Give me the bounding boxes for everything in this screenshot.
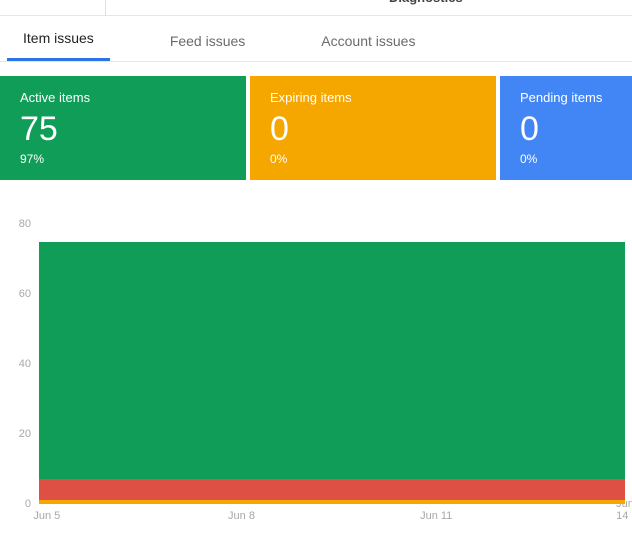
y-tick: 20 [11, 428, 31, 440]
plot-layers [39, 224, 625, 504]
section-title: Diagnostics [389, 0, 463, 5]
tabs-bar: Item issues Feed issues Account issues [0, 16, 632, 62]
card-value: 0 [270, 111, 476, 148]
card-label: Expiring items [270, 90, 476, 105]
card-pending-items[interactable]: Pending items 0 0% [500, 76, 632, 180]
x-tick: Jun 8 [228, 510, 255, 522]
nav-divider [105, 0, 106, 16]
card-active-items[interactable]: Active items 75 97% [0, 76, 246, 180]
card-pct: 0% [270, 152, 476, 166]
tab-feed-issues[interactable]: Feed issues [154, 19, 261, 61]
card-pct: 97% [20, 152, 226, 166]
card-value: 0 [520, 111, 616, 148]
tab-account-issues[interactable]: Account issues [305, 19, 431, 61]
series-expiring [39, 500, 625, 504]
chart-plot-area: 80 60 40 20 0 Jun 5 Jun 8 Jun 11 Jun 14 [35, 224, 625, 504]
card-value: 75 [20, 111, 226, 148]
y-tick: 40 [11, 358, 31, 370]
x-tick: Jun 11 [420, 510, 452, 522]
series-active [39, 242, 625, 505]
y-tick: 80 [11, 218, 31, 230]
items-chart: 80 60 40 20 0 Jun 5 Jun 8 Jun 11 Jun 14 [0, 180, 632, 524]
tab-item-issues[interactable]: Item issues [7, 16, 110, 61]
card-expiring-items[interactable]: Expiring items 0 0% [250, 76, 496, 180]
y-tick: 60 [11, 288, 31, 300]
stat-cards: Active items 75 97% Expiring items 0 0% … [0, 76, 632, 180]
x-tick: Jun 5 [33, 510, 60, 522]
card-label: Active items [20, 90, 226, 105]
top-nav: Diagnostics [0, 0, 632, 16]
card-pct: 0% [520, 152, 616, 166]
y-tick: 0 [11, 498, 31, 510]
card-label: Pending items [520, 90, 616, 105]
